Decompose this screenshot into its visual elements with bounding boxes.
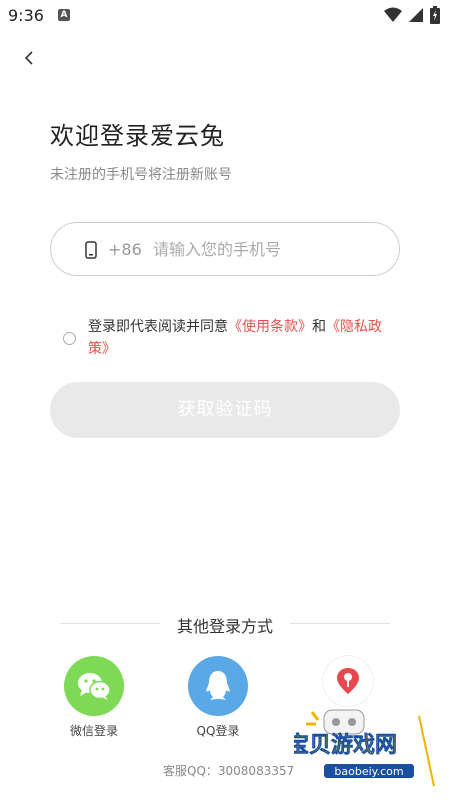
agreement-checkbox[interactable] [63,332,76,345]
agreement-text: 登录即代表阅读并同意《使用条款》和《隐私政策》 [88,316,400,360]
qq-login-button[interactable]: QQ登录 [178,656,258,739]
divider-right [290,623,390,624]
agreement-conjunction: 和 [312,319,326,335]
chevron-left-icon [24,51,33,65]
wechat-login-label: 微信登录 [69,724,118,738]
wifi-icon [384,7,402,22]
divider-left [60,623,160,624]
phone-input[interactable] [153,233,383,265]
signal-icon [409,8,423,22]
back-button[interactable] [18,46,42,70]
watermark-url: baobeiy.com [334,765,403,778]
other-login-label: 其他登录方式 [176,617,273,636]
battery-icon [430,6,440,24]
country-code[interactable]: +86 [108,240,142,259]
qq-login-label: QQ登录 [196,724,240,738]
page-title: 欢迎登录爱云兔 [50,122,225,150]
agreement-prefix: 登录即代表阅读并同意 [88,319,228,335]
page-subtitle: 未注册的手机号将注册新账号 [50,167,232,183]
notification-icon: A [58,9,70,21]
map-pin-icon [323,656,373,706]
get-code-button[interactable]: 获取验证码 [50,382,400,438]
phone-field[interactable]: +86 [50,222,400,276]
phone-icon [85,241,97,263]
terms-link[interactable]: 《使用条款》 [228,319,312,335]
wechat-login-button[interactable]: 微信登录 [54,656,134,739]
status-icons [384,6,440,24]
status-bar: 9:36 A [0,0,450,32]
watermark-text: 宝贝游戏网 [294,732,397,758]
service-contact: 客服QQ：3008083357 [163,764,295,778]
wechat-icon [64,656,124,716]
watermark-logo: 宝贝游戏网 baobeiy.com [294,709,435,787]
qq-icon [188,656,248,716]
status-time: 9:36 [8,6,44,25]
